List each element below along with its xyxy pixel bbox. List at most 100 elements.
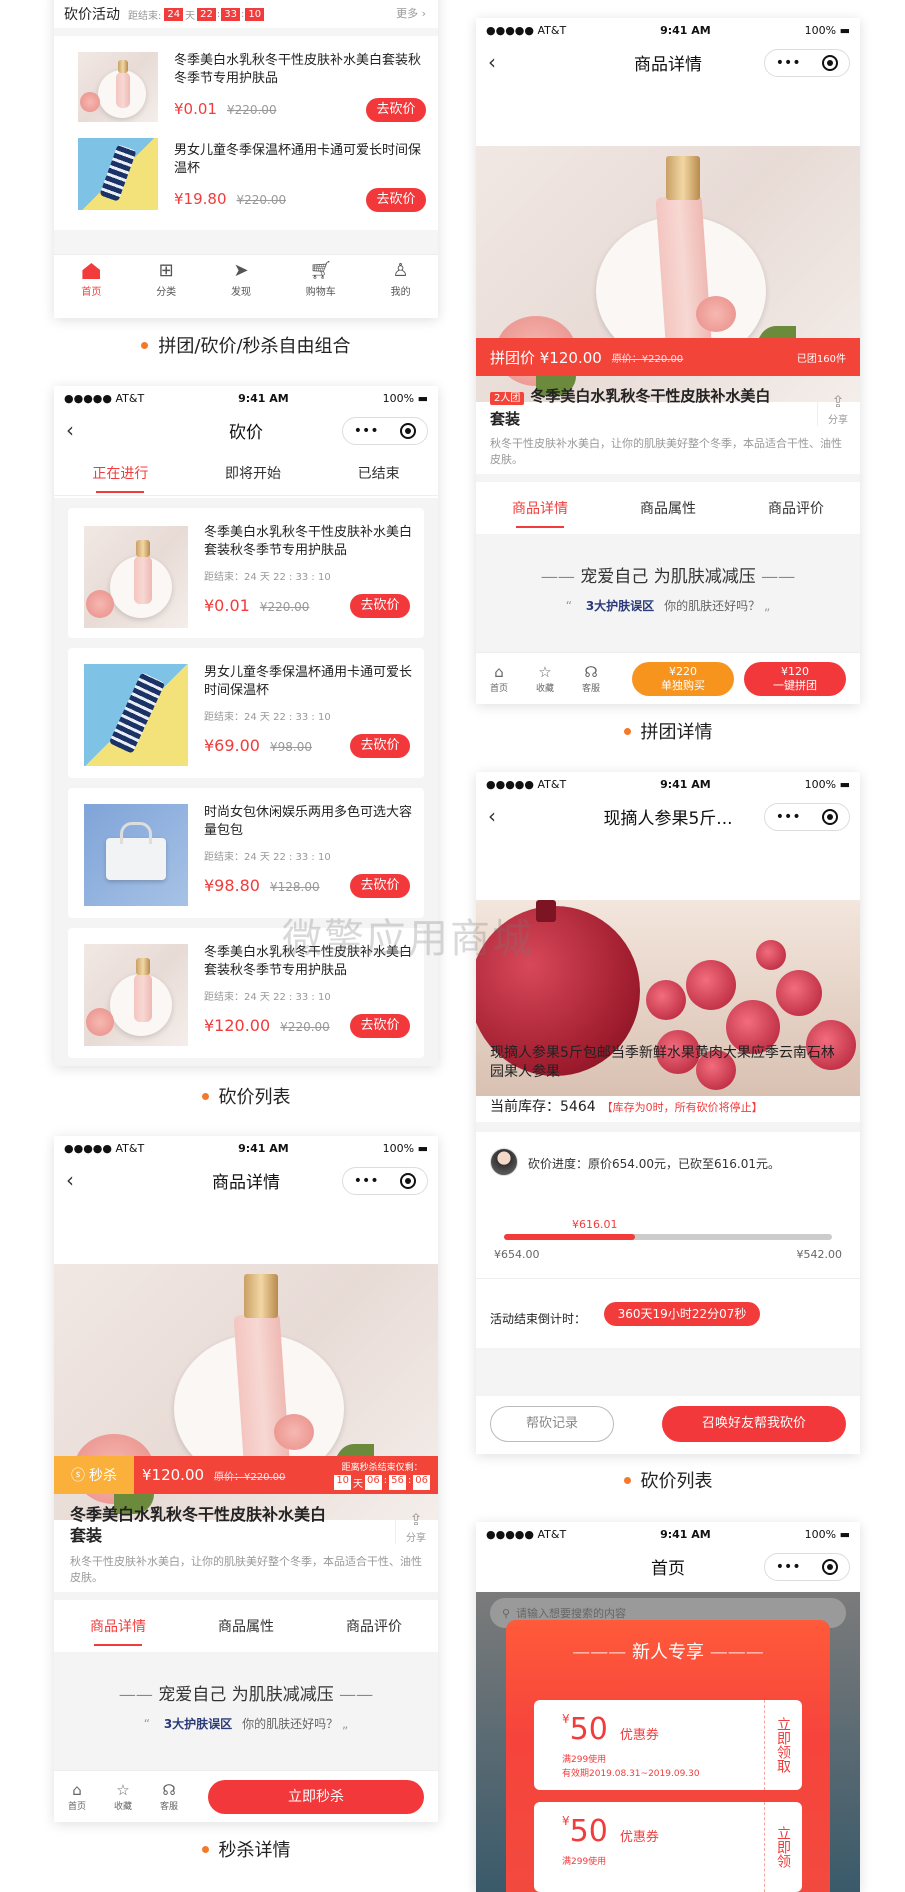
- back-icon[interactable]: ‹: [66, 1168, 74, 1192]
- cd-sec: 10: [245, 7, 265, 21]
- status-bar: ●●●●● AT&T 9:41 AM 100% ▬: [486, 777, 850, 791]
- product-image: [78, 52, 158, 122]
- cd-sep: :: [240, 8, 245, 20]
- cd-hour: 22: [197, 7, 216, 21]
- coupon-card[interactable]: ¥50 优惠券 满299使用 有效期2019.08.31~2019.09.30 立…: [534, 1700, 802, 1790]
- more-icon[interactable]: •••: [776, 1559, 801, 1575]
- carrier: ●●●●● AT&T: [64, 391, 145, 405]
- nav-bar: ‹ 商品详情 •••: [54, 1160, 438, 1200]
- more-icon[interactable]: •••: [776, 55, 801, 71]
- more-icon[interactable]: •••: [354, 423, 379, 439]
- back-icon[interactable]: ‹: [66, 418, 74, 442]
- tab-mine[interactable]: ♙ 我的: [391, 255, 411, 308]
- capsule-menu[interactable]: •••: [764, 49, 850, 77]
- bargain-card[interactable]: 男女儿童冬季保温杯通用卡通可爱长时间保温杯 距结束：24 天 22 : 33 :…: [68, 648, 424, 778]
- product-image: [84, 664, 188, 766]
- bargain-button[interactable]: 去砍价: [350, 1014, 410, 1038]
- slogan-sub: 你的肌肤还好吗？: [664, 599, 761, 613]
- more-icon[interactable]: •••: [354, 1173, 379, 1189]
- foot-favorite[interactable]: ☆ 收藏: [522, 663, 568, 694]
- tab-upcoming[interactable]: 即将开始: [225, 463, 281, 483]
- caption-text: 秒杀详情: [218, 1840, 291, 1861]
- bargain-button[interactable]: 去砍价: [350, 734, 410, 758]
- tab-bar: 首页 ⊞ 分类 ➤ 发现 🛒︎ 购物车 ♙ 我的: [54, 254, 438, 308]
- target-icon[interactable]: [822, 55, 839, 71]
- countdown-pill: 360天19小时22分07秒: [604, 1302, 760, 1326]
- foot-service[interactable]: ☊ 客服: [146, 1781, 192, 1812]
- foot-favorite[interactable]: ☆ 收藏: [100, 1781, 146, 1812]
- capsule-menu[interactable]: •••: [764, 803, 850, 831]
- help-record-button[interactable]: 帮砍记录: [490, 1406, 614, 1442]
- grid-icon: ⊞: [158, 260, 174, 281]
- item-old-price: ¥220.00: [259, 600, 310, 614]
- item-title: 冬季美白水乳秋冬干性皮肤补水美白套装秋冬季节专用护肤品: [204, 525, 413, 558]
- capsule-menu[interactable]: •••: [342, 1167, 428, 1195]
- bargain-button[interactable]: 去砍价: [366, 98, 426, 122]
- tab-attributes[interactable]: 商品属性: [640, 498, 696, 518]
- list-item[interactable]: 男女儿童冬季保温杯通用卡通可爱长时间保温杯 ¥19.80 ¥220.00 去砍价: [54, 130, 438, 220]
- tab-cart[interactable]: 🛒︎ 购物车: [306, 255, 336, 308]
- coupon-condition: 满299使用: [562, 1857, 607, 1867]
- tab-reviews[interactable]: 商品评价: [768, 498, 824, 518]
- claim-button[interactable]: 立即领取: [764, 1700, 802, 1790]
- tab-attributes[interactable]: 商品属性: [218, 1616, 274, 1636]
- progress-track: [504, 1234, 832, 1240]
- back-icon[interactable]: ‹: [488, 804, 496, 828]
- item-countdown: 距结束：24 天 22 : 33 : 10: [204, 852, 331, 863]
- tab-detail[interactable]: 商品详情: [90, 1616, 146, 1646]
- item-price: ¥98.80: [204, 876, 260, 895]
- more-icon[interactable]: •••: [776, 809, 801, 825]
- flash-buy-button[interactable]: 立即秒杀: [208, 1779, 424, 1814]
- tab-home[interactable]: 首页: [81, 255, 101, 308]
- more-link[interactable]: 更多 ›: [396, 5, 426, 21]
- bargain-button[interactable]: 去砍价: [366, 188, 426, 212]
- back-icon[interactable]: ‹: [488, 50, 496, 74]
- cd-day-unit: 天: [185, 10, 196, 22]
- more-label: 更多: [396, 7, 419, 20]
- target-icon[interactable]: [822, 1559, 839, 1575]
- target-icon[interactable]: [400, 423, 417, 439]
- lightning-icon: ⓢ: [71, 1468, 85, 1484]
- foot-home[interactable]: ⌂ 首页: [54, 1781, 100, 1812]
- invite-friends-button[interactable]: 召唤好友帮我砍价: [662, 1406, 846, 1442]
- bargain-button[interactable]: 去砍价: [350, 874, 410, 898]
- divider: [54, 28, 438, 36]
- tab-ended[interactable]: 已结束: [358, 463, 400, 483]
- bargain-button[interactable]: 去砍价: [350, 594, 410, 618]
- home-icon: [82, 263, 101, 279]
- item-old-price: ¥220.00: [226, 103, 277, 117]
- section-title: 砍价活动: [64, 7, 120, 23]
- phone-home-popup: ●●●●● AT&T 9:41 AM 100% ▬ 首页 ••• ⚲ 请输入想要搜索的…: [476, 1522, 860, 1892]
- detail-tabs: 商品详情 商品属性 商品评价: [54, 1600, 438, 1652]
- share-button[interactable]: ⇪ 分享: [817, 392, 848, 426]
- bargain-card[interactable]: 冬季美白水乳秋冬干性皮肤补水美白套装秋冬季节专用护肤品 距结束：24 天 22 …: [68, 508, 424, 638]
- group-buy-button[interactable]: ¥120 一键拼团: [744, 661, 846, 696]
- foot-home[interactable]: ⌂ 首页: [476, 663, 522, 694]
- share-button[interactable]: ⇪ 分享: [395, 1510, 426, 1544]
- share-icon: ⇪: [409, 1510, 423, 1529]
- tab-reviews[interactable]: 商品评价: [346, 1616, 402, 1636]
- headset-icon: ☊: [162, 1781, 176, 1799]
- sale-countdown: 10 天 06:56:06: [334, 1475, 430, 1490]
- tab-discover[interactable]: ➤ 发现: [231, 255, 251, 308]
- list-item[interactable]: 冬季美白水乳秋冬干性皮肤补水美白套装秋冬季节专用护肤品 ¥0.01 ¥220.0…: [54, 40, 438, 130]
- tab-ongoing[interactable]: 正在进行: [92, 463, 148, 493]
- caption-bargain-list: 砍价列表: [54, 1083, 438, 1109]
- divider: [54, 230, 438, 254]
- caption-text: 砍价列表: [218, 1087, 291, 1108]
- target-icon[interactable]: [400, 1173, 417, 1189]
- sale-end-label: 距离秒杀结束仅剩：: [341, 1463, 423, 1473]
- tab-category[interactable]: ⊞ 分类: [156, 255, 176, 308]
- detail-tabs: 商品详情 商品属性 商品评价: [476, 482, 860, 534]
- caption-bargain-detail: 砍价列表: [476, 1467, 860, 1493]
- page-title: 商品详情: [212, 1172, 280, 1193]
- phone-group-detail: ●●●●● AT&T 9:41 AM 100% ▬ ‹ 商品详情 ••• 拼团价 ¥…: [476, 18, 860, 704]
- target-icon[interactable]: [822, 809, 839, 825]
- slogan-sub: 你的肌肤还好吗？: [242, 1717, 339, 1731]
- tab-detail[interactable]: 商品详情: [512, 498, 568, 528]
- capsule-menu[interactable]: •••: [342, 417, 428, 445]
- capsule-menu[interactable]: •••: [764, 1553, 850, 1581]
- single-buy-button[interactable]: ¥220 单独购买: [632, 661, 734, 696]
- bargain-card[interactable]: 时尚女包休闲娱乐两用多色可选大容量包包 距结束：24 天 22 : 33 : 1…: [68, 788, 424, 918]
- foot-service[interactable]: ☊ 客服: [568, 663, 614, 694]
